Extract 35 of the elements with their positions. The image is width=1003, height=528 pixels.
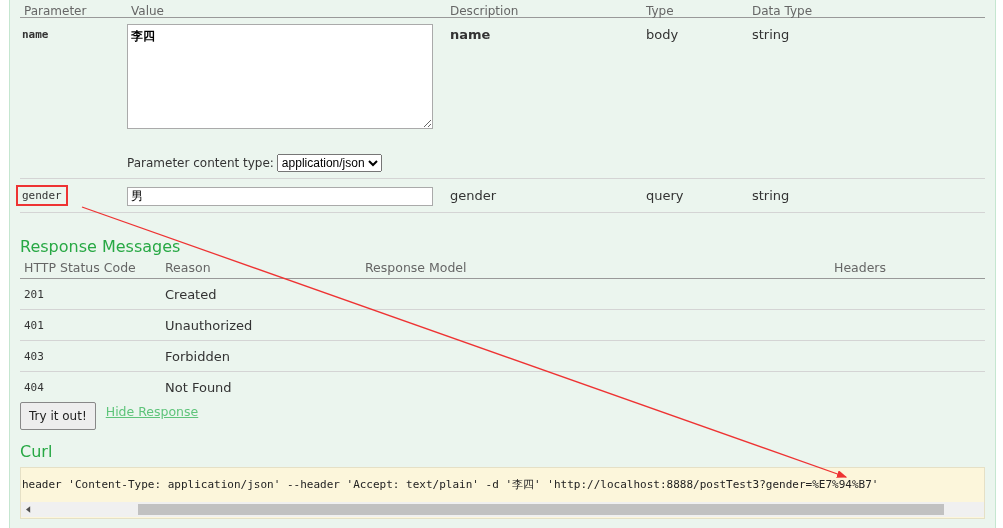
- reason-text: Forbidden: [164, 347, 231, 366]
- parameter-type: body: [645, 26, 680, 44]
- parameter-type: query: [645, 187, 685, 205]
- column-header: Data Type: [751, 5, 814, 17]
- content-type-select[interactable]: application/json: [276, 154, 382, 172]
- reason-text: Not Found: [164, 378, 233, 397]
- status-code: 404: [23, 380, 45, 394]
- scroll-left-icon[interactable]: [26, 506, 31, 513]
- description-text: name: [449, 26, 492, 44]
- horizontal-scrollbar[interactable]: [21, 502, 984, 517]
- try-it-out-button[interactable]: Try it out!: [20, 402, 96, 430]
- parameter-name: gender: [16, 185, 68, 206]
- reason-text: Created: [164, 285, 218, 304]
- curl-command: header 'Content-Type: application/json' --header 'Accept: text/plain' -d '李四' 'http://localhost:8888/postTest3?gender=%E7%94%B7': [21, 477, 880, 492]
- column-header: Value: [130, 5, 165, 17]
- status-code: 403: [23, 349, 45, 363]
- section-title: Response Messages: [20, 237, 182, 256]
- column-header: Type: [645, 5, 675, 17]
- column-header: Headers: [833, 259, 888, 275]
- status-code: 401: [23, 318, 45, 332]
- reason-text: Unauthorized: [164, 316, 254, 335]
- column-header: Response Model: [364, 259, 468, 275]
- content-type-label: Parameter content type:: [127, 156, 274, 170]
- column-header: Reason: [164, 259, 212, 275]
- column-header: Description: [449, 5, 520, 17]
- column-header: HTTP Status Code: [23, 259, 137, 275]
- parameter-name: name: [21, 27, 50, 43]
- value-textarea[interactable]: 李四: [127, 24, 433, 129]
- section-title: Curl: [20, 442, 54, 461]
- column-header: Parameter: [23, 5, 88, 17]
- data-type: string: [751, 187, 791, 205]
- description-text: gender: [449, 187, 498, 205]
- data-type: string: [751, 26, 791, 44]
- value-input[interactable]: 男: [127, 187, 433, 206]
- status-code: 201: [23, 287, 45, 301]
